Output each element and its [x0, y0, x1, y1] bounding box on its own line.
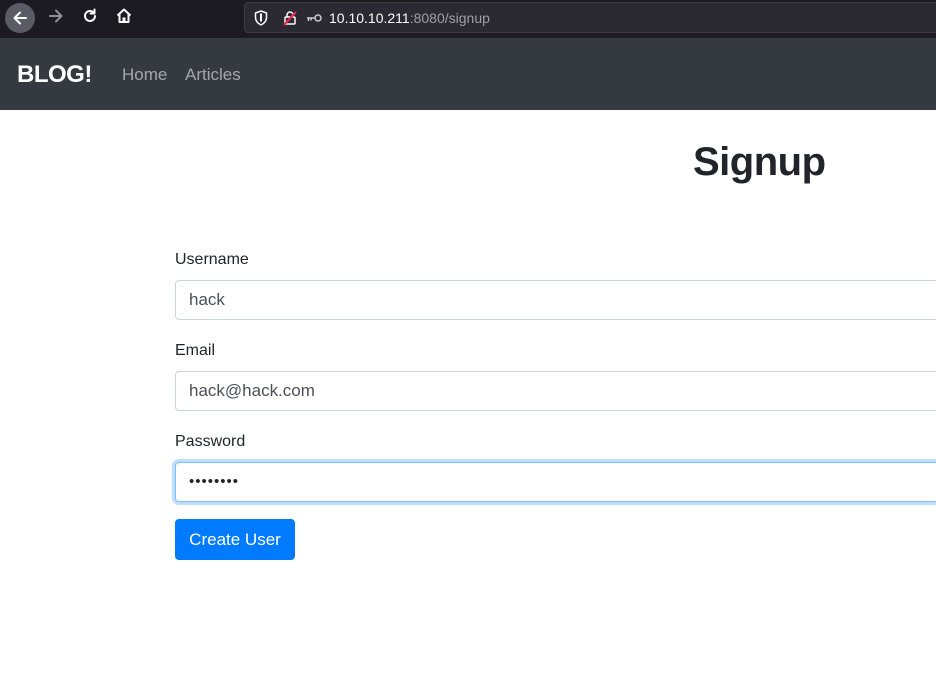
reload-button[interactable] [74, 3, 106, 33]
brand-logo[interactable]: BLOG! [17, 60, 92, 90]
url-host: 10.10.10.211 [329, 10, 410, 26]
shield-icon[interactable] [252, 10, 270, 26]
url-path: :8080/signup [409, 10, 490, 26]
forward-button[interactable] [40, 3, 72, 33]
page-title: Signup [693, 140, 826, 184]
home-icon [115, 7, 133, 30]
username-label: Username [175, 251, 249, 268]
nav-link-home[interactable]: Home [122, 65, 167, 85]
browser-toolbar: 10.10.10.211:8080/signup [0, 0, 936, 38]
arrow-right-icon [47, 7, 65, 30]
back-button[interactable] [4, 3, 36, 33]
url-text: 10.10.10.211:8080/signup [329, 10, 490, 26]
reload-icon [81, 7, 99, 30]
insecure-lock-icon[interactable] [281, 10, 299, 26]
key-icon[interactable] [304, 10, 324, 26]
arrow-left-icon [5, 3, 35, 33]
email-input[interactable]: hack@hack.com [175, 371, 936, 411]
password-input[interactable]: •••••••• [175, 462, 936, 502]
create-user-button[interactable]: Create User [175, 519, 295, 560]
home-button[interactable] [108, 3, 140, 33]
nav-link-articles[interactable]: Articles [185, 65, 241, 85]
username-input[interactable]: hack [175, 280, 936, 320]
address-bar[interactable]: 10.10.10.211:8080/signup [244, 2, 936, 33]
email-label: Email [175, 342, 216, 359]
site-navbar: BLOG! Home Articles [0, 38, 936, 110]
password-label: Password [175, 433, 246, 450]
